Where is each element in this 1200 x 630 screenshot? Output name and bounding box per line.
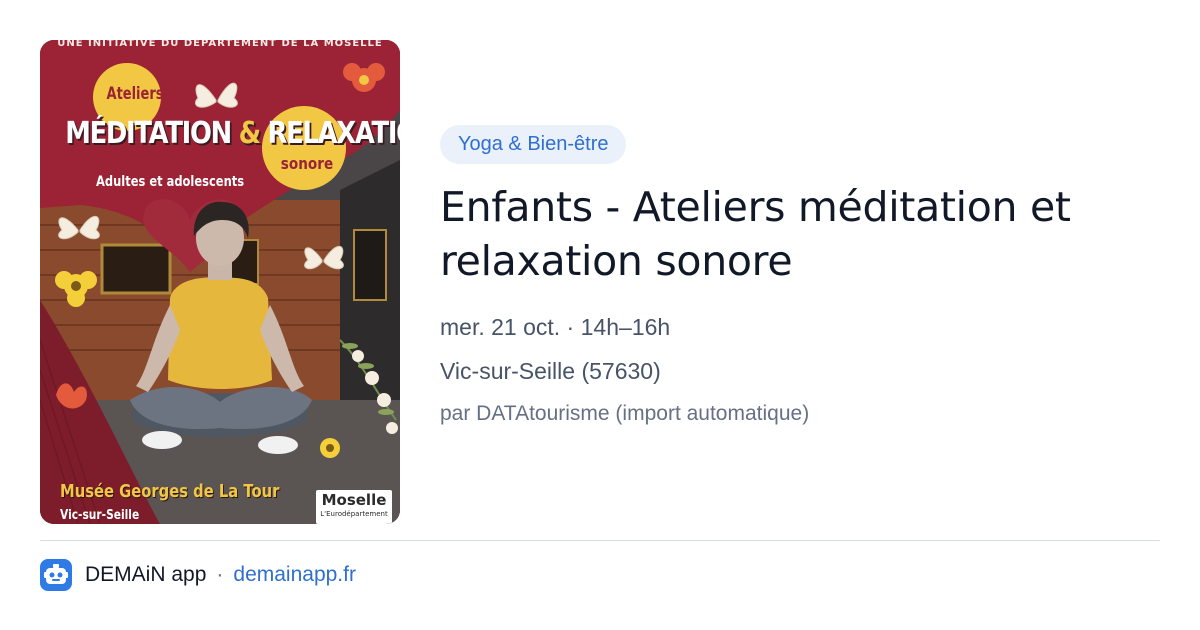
event-card[interactable]: UNE INITIATIVE DU DÉPARTEMENT DE LA MOSE… xyxy=(40,40,1160,524)
poster-main-title: MÉDITATION & RELAXATION xyxy=(65,116,400,151)
category-tag[interactable]: Yoga & Bien-être xyxy=(440,125,627,164)
event-date: mer. 21 oct. · 14h–16h xyxy=(440,314,671,340)
poster-museum-text: Musée Georges de La Tour xyxy=(60,481,280,502)
app-name: DEMAiN app xyxy=(85,563,207,586)
robot-face-icon[interactable] xyxy=(40,559,72,591)
poster-audience-text: Adultes et adolescents xyxy=(96,174,245,190)
footer-divider xyxy=(40,540,1160,541)
poster-town-text: Vic-sur-Seille xyxy=(60,508,140,523)
poster-ateliers-text: Ateliers xyxy=(106,84,164,104)
poster-illustration xyxy=(40,40,400,524)
event-location: Vic-sur-Seille (57630) xyxy=(440,358,661,384)
event-source: par DATAtourisme (import automatique) xyxy=(440,402,810,425)
app-domain-link[interactable]: demainapp.fr xyxy=(233,563,356,587)
moselle-logo-sub: L'Eurodépartement xyxy=(320,510,388,518)
poster-title-right: RELAXATION xyxy=(267,116,400,151)
event-title[interactable]: Enfants - Ateliers méditation et relaxat… xyxy=(440,180,1140,288)
poster-title-amp: & xyxy=(238,116,261,151)
event-poster-image: UNE INITIATIVE DU DÉPARTEMENT DE LA MOSE… xyxy=(40,40,400,524)
poster-title-left: MÉDITATION xyxy=(65,116,232,151)
footer: DEMAiN app · demainapp.fr xyxy=(40,558,356,592)
footer-separator: · xyxy=(216,563,224,586)
moselle-logo: Moselle L'Eurodépartement xyxy=(316,490,392,524)
poster-initiative-text: UNE INITIATIVE DU DÉPARTEMENT DE LA MOSE… xyxy=(57,40,383,49)
poster-sonore-text: sonore xyxy=(280,154,334,173)
moselle-logo-main: Moselle xyxy=(321,491,387,509)
